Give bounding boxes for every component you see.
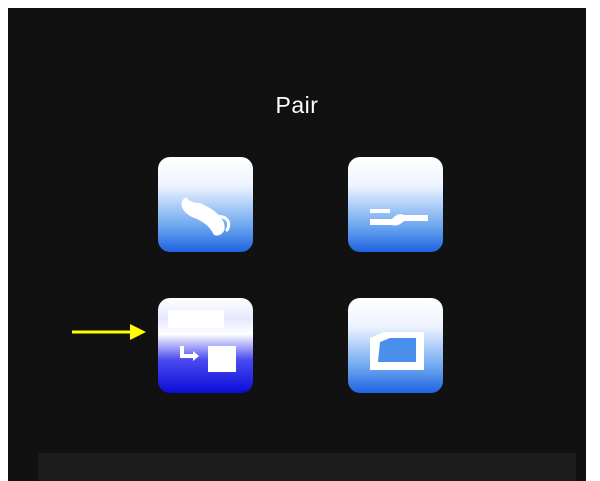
display-tile[interactable] xyxy=(348,298,443,393)
setup-tile[interactable] xyxy=(158,157,253,252)
device-screen: Pair xyxy=(8,8,586,481)
pair-tile[interactable] xyxy=(158,298,253,393)
arrow-right-icon xyxy=(72,324,146,340)
status-bar xyxy=(38,453,576,481)
screen-frame-icon xyxy=(370,332,424,370)
page-title: Pair xyxy=(275,92,319,118)
plug-cable-icon xyxy=(370,209,428,226)
pair-transfer-icon xyxy=(168,310,236,372)
wrench-icon xyxy=(181,197,231,236)
connect-tile[interactable] xyxy=(348,157,443,252)
